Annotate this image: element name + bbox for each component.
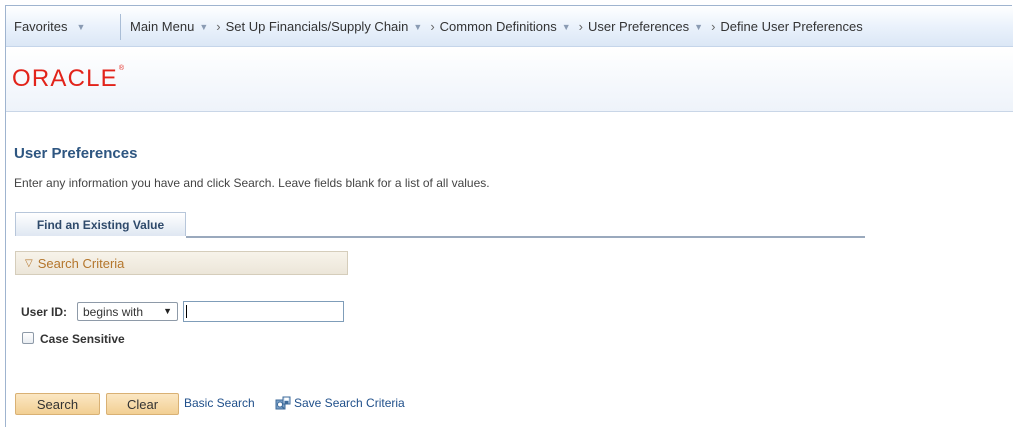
chevron-right-icon: › xyxy=(711,19,716,34)
case-sensitive-label: Case Sensitive xyxy=(40,332,125,346)
logo-text: ORACLE xyxy=(12,65,118,92)
favorites-menu[interactable]: Favorites ▼ xyxy=(14,19,88,34)
oracle-logo: ORACLE® xyxy=(12,65,126,92)
breadcrumb-item-user-preferences[interactable]: User Preferences ▼ xyxy=(588,19,706,34)
breadcrumb-label: Common Definitions xyxy=(439,19,557,34)
tab-label: Find an Existing Value xyxy=(36,217,165,232)
page-title: User Preferences xyxy=(14,145,138,162)
chevron-down-icon: ▼ xyxy=(413,21,423,32)
breadcrumb-item-common-definitions[interactable]: Common Definitions ▼ xyxy=(440,19,574,34)
main-menu[interactable]: Main Menu ▼ xyxy=(130,19,211,34)
save-search-criteria-link[interactable]: Save Search Criteria xyxy=(294,396,405,410)
clear-button-label: Clear xyxy=(126,396,159,412)
case-sensitive-checkbox[interactable] xyxy=(22,332,34,344)
tab-underline xyxy=(186,236,865,238)
nav-divider xyxy=(120,14,121,40)
main-menu-label: Main Menu xyxy=(130,19,195,34)
page-instructions: Enter any information you have and click… xyxy=(14,176,490,190)
breadcrumb-label: Define User Preferences xyxy=(720,19,863,34)
favorites-label: Favorites xyxy=(14,19,68,34)
breadcrumb-item-define-user-preferences[interactable]: Define User Preferences xyxy=(720,19,862,34)
breadcrumb-label: Set Up Financials/Supply Chain xyxy=(225,19,409,34)
brand-banner: ORACLE® xyxy=(6,47,1013,112)
search-button[interactable]: Search xyxy=(15,393,100,415)
chevron-down-icon: ▼ xyxy=(694,21,704,32)
tab-find-existing-value[interactable]: Find an Existing Value xyxy=(15,212,186,236)
text-cursor xyxy=(186,305,187,318)
user-id-label: User ID: xyxy=(21,305,68,319)
search-criteria-toggle[interactable]: ▽ Search Criteria xyxy=(15,251,348,275)
basic-search-link[interactable]: Basic Search xyxy=(184,396,255,410)
chevron-down-icon: ▼ xyxy=(199,21,209,32)
top-navigation-bar: Favorites ▼ Main Menu ▼ › Set Up Financi… xyxy=(6,6,1013,47)
breadcrumb-item-setup-financials[interactable]: Set Up Financials/Supply Chain ▼ xyxy=(226,19,426,34)
chevron-right-icon: › xyxy=(430,19,435,34)
chevron-right-icon: › xyxy=(216,19,221,34)
breadcrumb: Main Menu ▼ › Set Up Financials/Supply C… xyxy=(130,19,863,34)
operator-selected-value: begins with xyxy=(83,304,144,319)
chevron-right-icon: › xyxy=(578,19,583,34)
search-criteria-label: Search Criteria xyxy=(37,255,125,271)
user-id-operator-select[interactable]: begins with ▼ xyxy=(77,302,178,321)
triangle-down-icon: ▽ xyxy=(25,257,33,269)
save-search-icon[interactable] xyxy=(275,396,291,412)
clear-button[interactable]: Clear xyxy=(106,393,179,415)
user-id-input[interactable] xyxy=(183,301,344,322)
breadcrumb-label: User Preferences xyxy=(587,19,690,34)
search-button-label: Search xyxy=(36,396,79,412)
chevron-down-icon: ▼ xyxy=(561,21,571,32)
chevron-down-icon: ▼ xyxy=(163,306,172,316)
chevron-down-icon: ▼ xyxy=(76,21,86,32)
